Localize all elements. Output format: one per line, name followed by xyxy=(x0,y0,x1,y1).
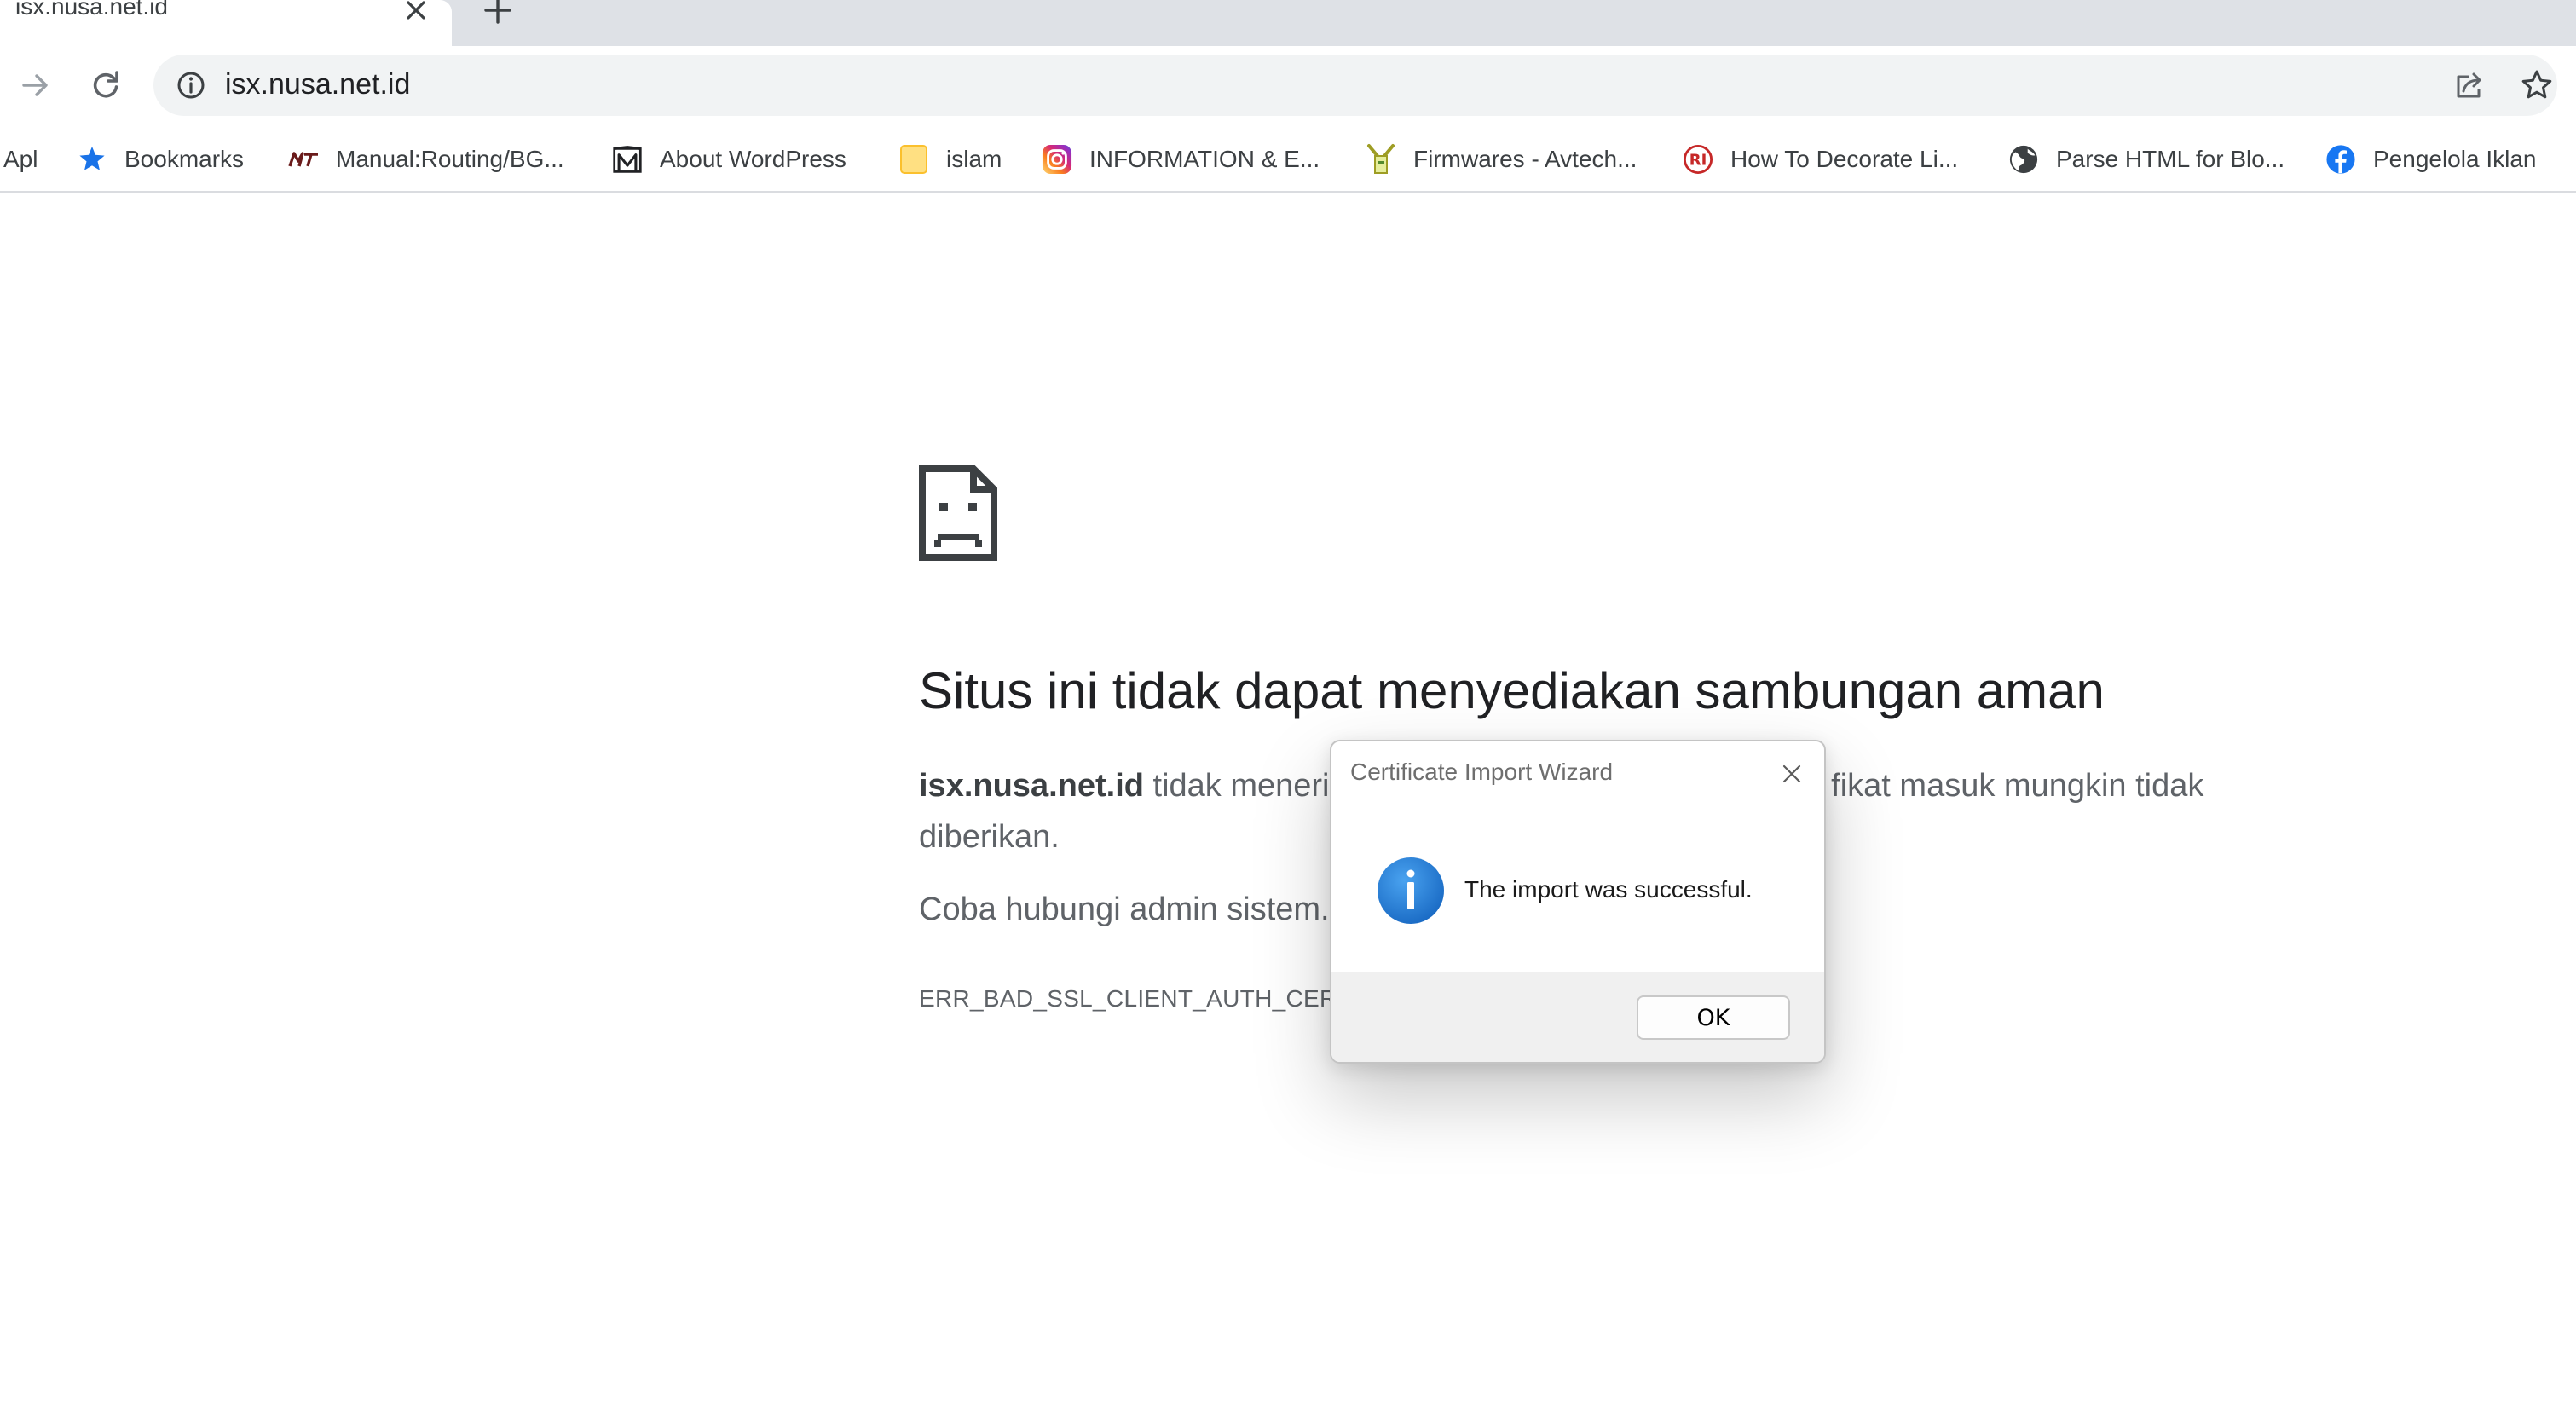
facebook-icon xyxy=(2325,144,2356,175)
error-heading: Situs ini tidak dapat menyediakan sambun… xyxy=(919,662,2105,719)
dialog-message: The import was successful. xyxy=(1464,876,1753,903)
bookmark-label: Bookmarks xyxy=(124,146,245,172)
browser-toolbar: isx.nusa.net.id xyxy=(0,46,2576,128)
bookmark-information[interactable]: INFORMATION & E... xyxy=(1042,128,1320,191)
information-icon xyxy=(1376,856,1446,926)
error-desc-part2: fikat masuk mungkin tidak xyxy=(1831,768,2204,804)
mikrotik-logo-icon xyxy=(288,144,319,175)
bookmark-islam[interactable]: islam xyxy=(898,128,1002,191)
instagram-icon xyxy=(1042,144,1072,175)
tab-strip: isx.nusa.net.id xyxy=(0,0,2576,46)
bookmark-mikrotik[interactable]: Manual:Routing/BG... xyxy=(288,128,564,191)
bookmark-label: islam xyxy=(946,146,1002,172)
error-code: ERR_BAD_SSL_CLIENT_AUTH_CERT xyxy=(919,985,1352,1012)
ok-button[interactable]: OK xyxy=(1637,995,1790,1040)
globe-icon xyxy=(2008,144,2039,175)
bookmark-label: Pengelola Iklan xyxy=(2373,146,2537,172)
bookmark-about-wordpress[interactable]: About WordPress xyxy=(612,128,846,191)
bookmark-label: Firmwares - Avtech... xyxy=(1413,146,1637,172)
bookmark-pengelola-iklan[interactable]: Pengelola Iklan xyxy=(2325,128,2536,191)
dialog-footer: OK xyxy=(1331,972,1824,1062)
dialog-close-icon[interactable] xyxy=(1775,757,1809,791)
bookmark-apps[interactable]: Apl xyxy=(3,128,38,191)
sad-page-icon xyxy=(919,465,997,561)
bookmarks-bar: Apl Bookmarks Manual:Routing/BG... About… xyxy=(0,128,2576,193)
error-desc-part1: tidak menerir xyxy=(1143,768,1341,804)
bookmark-label: How To Decorate Li... xyxy=(1730,146,1959,172)
share-icon[interactable] xyxy=(2448,65,2489,106)
bookmark-label: Apl xyxy=(3,146,38,172)
svg-text:RI: RI xyxy=(1689,152,1707,170)
tab-close-icon[interactable] xyxy=(399,0,433,27)
wordpress-icon xyxy=(612,144,643,175)
error-desc-line2: diberikan. xyxy=(919,819,1060,855)
active-tab[interactable]: isx.nusa.net.id xyxy=(0,0,452,46)
url-text[interactable]: isx.nusa.net.id xyxy=(225,68,410,101)
omnibox[interactable]: isx.nusa.net.id xyxy=(153,55,2557,116)
dialog-title: Certificate Import Wizard xyxy=(1350,759,1614,785)
bookmark-parse-html[interactable]: Parse HTML for Blo... xyxy=(2008,128,2284,191)
bookmark-label: INFORMATION & E... xyxy=(1089,146,1320,172)
bookmark-how-to-decorate[interactable]: RI How To Decorate Li... xyxy=(1683,128,1958,191)
bookmark-star-icon[interactable] xyxy=(2516,65,2557,106)
forward-arrow-icon[interactable] xyxy=(12,61,60,109)
reload-icon[interactable] xyxy=(82,61,130,109)
bookmark-label: Parse HTML for Blo... xyxy=(2056,146,2285,172)
folder-icon xyxy=(898,144,929,175)
bookmark-label: Manual:Routing/BG... xyxy=(336,146,564,172)
site-info-icon[interactable] xyxy=(176,70,206,101)
ri-logo-icon: RI xyxy=(1683,144,1713,175)
error-domain: isx.nusa.net.id xyxy=(919,768,1144,804)
bookmark-label: About WordPress xyxy=(660,146,846,172)
tab-title: isx.nusa.net.id xyxy=(15,0,168,20)
bookmark-bookmarks[interactable]: Bookmarks xyxy=(77,128,244,191)
star-icon xyxy=(77,144,107,175)
bookmark-firmwares-avtech[interactable]: Firmwares - Avtech... xyxy=(1366,128,1637,191)
new-tab-plus-icon[interactable] xyxy=(479,0,517,29)
certificate-import-dialog: Certificate Import Wizard The import was… xyxy=(1330,740,1826,1064)
avtech-icon xyxy=(1366,144,1396,175)
error-hint: Coba hubungi admin sistem. xyxy=(919,891,1330,927)
